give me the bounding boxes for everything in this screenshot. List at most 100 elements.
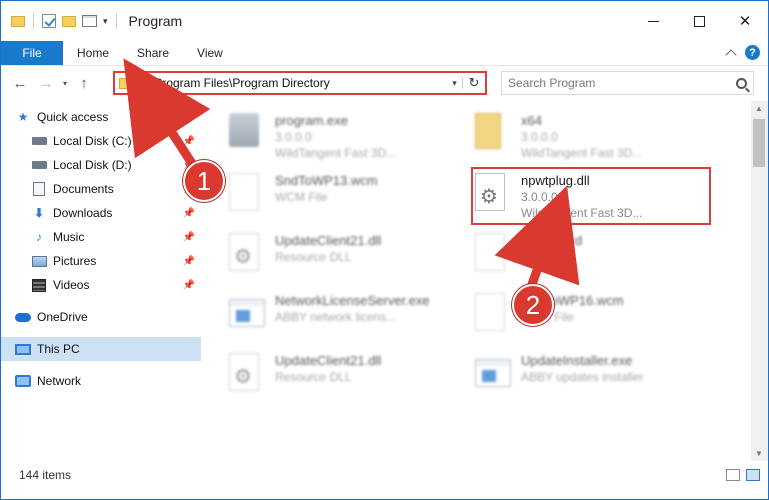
file-name: program.exe <box>275 113 348 128</box>
file-item-sndtowp13[interactable]: SndToWP13.wcm WCM File <box>229 169 479 225</box>
expand-ribbon-chevron-icon[interactable] <box>725 48 737 61</box>
customize-toolbar-chevron-down-icon[interactable]: ▾ <box>103 16 108 27</box>
file-type: Resource DLL <box>275 250 352 264</box>
program-icon <box>229 113 263 155</box>
sidebar-item-label: Network <box>37 374 82 388</box>
scroll-down-icon[interactable]: ▼ <box>755 449 763 458</box>
address-bar[interactable]: C:\Program Files\Program Directory ▾ ↻ <box>113 71 487 95</box>
window-title: Program <box>128 13 183 29</box>
refresh-icon[interactable]: ↻ <box>463 75 485 91</box>
sidebar-item-music[interactable]: ♪ Music 📌 <box>1 225 201 249</box>
file-list: program.exe 3.0.0.0 WildTangent Fast 3D.… <box>205 105 737 461</box>
tab-home[interactable]: Home <box>63 41 123 65</box>
navigation-bar: ← → ▾ ↑ C:\Program Files\Program Directo… <box>1 67 768 99</box>
file-name: SndToWP13.wcm <box>275 173 378 188</box>
file-item-networklicenseserver[interactable]: NetworkLicenseServer.exe ABBY network li… <box>229 289 479 345</box>
help-icon[interactable]: ? <box>745 45 760 60</box>
file-name: AnnaWord <box>521 233 583 248</box>
step-badge-2: 2 <box>512 284 554 326</box>
scrollbar-thumb[interactable] <box>753 119 765 167</box>
network-icon <box>15 374 31 388</box>
minimize-button[interactable] <box>630 1 676 41</box>
file-name: x64 <box>521 113 542 128</box>
disk-icon <box>31 134 47 148</box>
sidebar-item-local-disk-d[interactable]: Local Disk (D:) 📌 <box>1 153 201 177</box>
new-folder-icon[interactable] <box>62 15 76 27</box>
file-item-program-exe[interactable]: program.exe 3.0.0.0 WildTangent Fast 3D.… <box>229 109 479 165</box>
navigation-pane: ★ Quick access Local Disk (C:) 📌 Local D… <box>1 105 201 461</box>
tab-share[interactable]: Share <box>123 41 183 65</box>
step-badge-1: 1 <box>183 160 225 202</box>
sidebar-item-downloads[interactable]: ⬇ Downloads 📌 <box>1 201 201 225</box>
properties-check-icon[interactable] <box>42 14 56 28</box>
file-item-annaword[interactable]: AnnaWord WPF File <box>475 229 725 285</box>
address-history-chevron-down-icon[interactable]: ▾ <box>447 77 463 89</box>
star-icon: ★ <box>17 110 29 124</box>
sidebar-item-label: Local Disk (D:) <box>53 158 132 172</box>
search-icon <box>736 77 747 89</box>
title-bar: ▾ Program ✕ <box>1 1 768 41</box>
file-description: WildTangent Fast 3D... <box>275 146 397 160</box>
file-name: NetworkLicenseServer.exe <box>275 293 430 308</box>
sidebar-item-videos[interactable]: Videos 📌 <box>1 273 201 297</box>
file-version: 3.0.0.0 <box>275 130 312 144</box>
scroll-up-icon[interactable]: ▲ <box>755 104 763 113</box>
file-highlight-box <box>471 167 711 225</box>
up-arrow-icon[interactable]: ↑ <box>71 75 97 92</box>
address-path[interactable]: C:\Program Files\Program Directory <box>139 76 447 90</box>
sidebar-item-quick-access[interactable]: ★ Quick access <box>1 105 201 129</box>
tab-view[interactable]: View <box>183 41 237 65</box>
back-arrow-icon[interactable]: ← <box>7 75 33 92</box>
vertical-scrollbar[interactable]: ▲ ▼ <box>751 101 768 461</box>
file-type: WPF File <box>521 250 571 264</box>
search-input[interactable]: Search Program <box>501 71 754 95</box>
file-item-updateinstaller[interactable]: UpdateInstaller.exe ABBY updates install… <box>475 349 725 405</box>
download-icon: ⬇ <box>33 206 45 220</box>
file-name: UpdateInstaller.exe <box>521 353 633 368</box>
file-version: 3.0.0.0 <box>521 130 558 144</box>
pin-icon[interactable]: 📌 <box>183 208 195 219</box>
window-controls: ✕ <box>630 1 768 41</box>
sidebar-item-network[interactable]: Network <box>1 369 201 393</box>
properties-icon[interactable] <box>82 15 97 27</box>
dll-gear-icon <box>229 353 263 395</box>
recent-locations-chevron-down-icon[interactable]: ▾ <box>59 79 71 88</box>
generic-file-icon <box>229 173 263 215</box>
ribbon-right: ? <box>725 45 760 61</box>
close-button[interactable]: ✕ <box>722 1 768 41</box>
file-name: UpdateClient21.dll <box>275 233 382 248</box>
details-view-icon[interactable] <box>726 469 740 481</box>
sidebar-item-this-pc[interactable]: This PC <box>1 337 201 361</box>
view-toggles <box>726 469 760 481</box>
pin-icon[interactable]: 📌 <box>183 232 195 243</box>
videos-icon <box>31 278 47 292</box>
explorer-window: ▾ Program ✕ File Home Share View ? ← → ▾… <box>0 0 769 500</box>
forward-arrow-icon[interactable]: → <box>33 75 59 92</box>
file-item-updateclient21[interactable]: UpdateClient21.dll Resource DLL <box>229 229 479 285</box>
quick-access-toolbar: ▾ <box>1 13 119 29</box>
sidebar-item-label: This PC <box>37 342 80 356</box>
pin-icon[interactable]: 📌 <box>183 136 195 147</box>
search-placeholder: Search Program <box>508 76 596 90</box>
file-description: ABBY updates installer <box>521 370 644 384</box>
divider <box>33 13 34 29</box>
maximize-button[interactable] <box>676 1 722 41</box>
music-icon: ♪ <box>36 230 42 244</box>
sidebar-item-pictures[interactable]: Pictures 📌 <box>1 249 201 273</box>
sidebar-item-documents[interactable]: Documents 📌 <box>1 177 201 201</box>
pin-icon[interactable]: 📌 <box>183 256 195 267</box>
status-bar: 144 items <box>1 463 768 487</box>
generic-file-icon <box>475 233 509 275</box>
large-icons-view-icon[interactable] <box>746 469 760 481</box>
sidebar-item-local-disk-c[interactable]: Local Disk (C:) 📌 <box>1 129 201 153</box>
sidebar-item-label: Local Disk (C:) <box>53 134 132 148</box>
file-type: Resource DLL <box>275 370 352 384</box>
pin-icon[interactable]: 📌 <box>183 280 195 291</box>
sidebar-item-onedrive[interactable]: OneDrive <box>1 305 201 329</box>
tab-file[interactable]: File <box>1 41 63 65</box>
file-item-updateclient21-2[interactable]: UpdateClient21.dll Resource DLL <box>229 349 479 405</box>
pictures-icon <box>31 254 47 268</box>
folder-icon <box>119 77 133 89</box>
file-item-x64[interactable]: x64 3.0.0.0 WildTangent Fast 3D... <box>475 109 725 165</box>
